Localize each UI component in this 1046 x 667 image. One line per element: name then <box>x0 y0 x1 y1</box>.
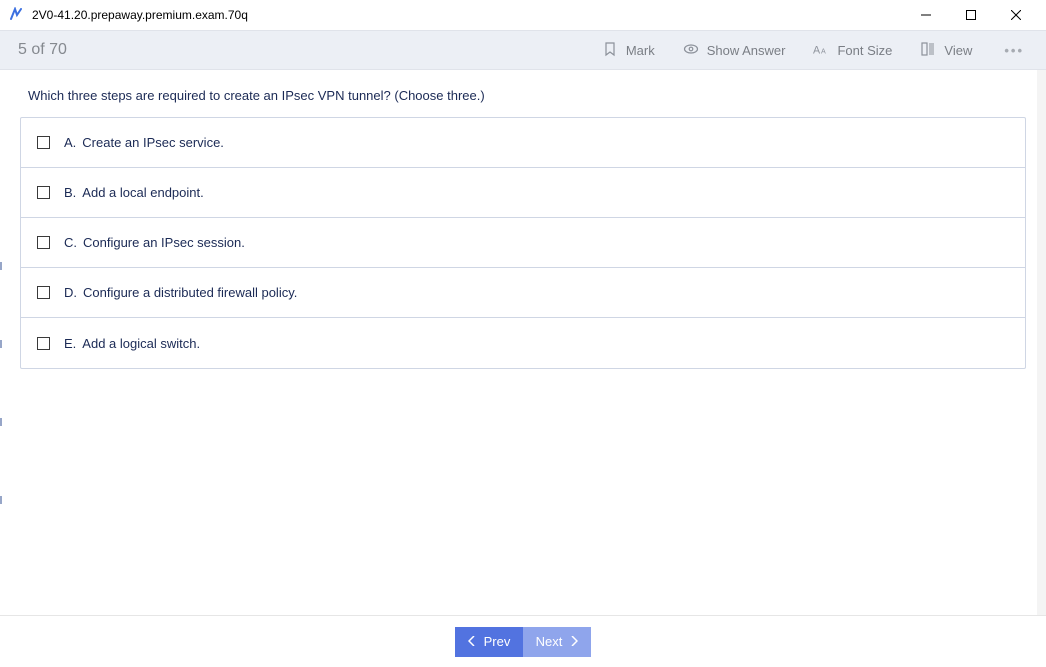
answer-option-a[interactable]: A. Create an IPsec service. <box>21 118 1025 168</box>
answer-option-e[interactable]: E. Add a logical switch. <box>21 318 1025 368</box>
font-size-label: Font Size <box>837 43 892 58</box>
window-title: 2V0-41.20.prepaway.premium.exam.70q <box>32 8 903 22</box>
checkbox-icon[interactable] <box>37 236 50 249</box>
answer-option-d[interactable]: D. Configure a distributed firewall poli… <box>21 268 1025 318</box>
chevron-right-icon <box>570 634 578 649</box>
answer-option-b[interactable]: B. Add a local endpoint. <box>21 168 1025 218</box>
next-button[interactable]: Next <box>523 627 591 657</box>
answer-text: Add a local endpoint. <box>82 185 203 200</box>
next-label: Next <box>536 634 563 649</box>
bookmark-icon <box>602 41 618 60</box>
answer-text: Configure an IPsec session. <box>83 235 245 250</box>
answer-letter: C. <box>64 235 77 250</box>
font-size-button[interactable]: AA Font Size <box>813 41 892 60</box>
show-answer-button[interactable]: Show Answer <box>683 41 786 60</box>
prev-button[interactable]: Prev <box>455 627 523 657</box>
close-button[interactable] <box>993 0 1038 30</box>
edge-tick-icon <box>0 262 2 270</box>
font-size-icon: AA <box>813 41 829 60</box>
edge-tick-icon <box>0 340 2 348</box>
checkbox-icon[interactable] <box>37 186 50 199</box>
answer-text: Configure a distributed firewall policy. <box>83 285 297 300</box>
app-icon <box>8 7 24 23</box>
toolbar-actions: Mark Show Answer AA Font Size View ••• <box>602 41 1028 60</box>
view-icon <box>920 41 936 60</box>
answers-list: A. Create an IPsec service. B. Add a loc… <box>20 117 1026 369</box>
svg-text:A: A <box>813 44 821 56</box>
checkbox-icon[interactable] <box>37 286 50 299</box>
scrollbar[interactable] <box>1037 70 1046 615</box>
mark-button[interactable]: Mark <box>602 41 655 60</box>
footer-nav: Prev Next <box>0 615 1046 667</box>
minimize-button[interactable] <box>903 0 948 30</box>
answer-letter: D. <box>64 285 77 300</box>
svg-text:A: A <box>821 47 826 55</box>
answer-text: Create an IPsec service. <box>82 135 224 150</box>
edge-tick-icon <box>0 418 2 426</box>
answer-letter: A. <box>64 135 76 150</box>
question-text: Which three steps are required to create… <box>28 88 1018 103</box>
titlebar: 2V0-41.20.prepaway.premium.exam.70q <box>0 0 1046 30</box>
checkbox-icon[interactable] <box>37 337 50 350</box>
answer-letter: E. <box>64 336 76 351</box>
chevron-left-icon <box>468 634 476 649</box>
question-counter: 5 of 70 <box>18 41 602 59</box>
answer-text: Add a logical switch. <box>82 336 200 351</box>
view-label: View <box>944 43 972 58</box>
view-button[interactable]: View <box>920 41 972 60</box>
mark-label: Mark <box>626 43 655 58</box>
eye-icon <box>683 41 699 60</box>
more-button[interactable]: ••• <box>1000 43 1028 58</box>
content-area: Which three steps are required to create… <box>0 70 1046 615</box>
show-answer-label: Show Answer <box>707 43 786 58</box>
window-controls <box>903 0 1038 30</box>
answer-option-c[interactable]: C. Configure an IPsec session. <box>21 218 1025 268</box>
toolbar: 5 of 70 Mark Show Answer AA Font Size Vi… <box>0 30 1046 70</box>
edge-tick-icon <box>0 496 2 504</box>
maximize-button[interactable] <box>948 0 993 30</box>
answer-letter: B. <box>64 185 76 200</box>
checkbox-icon[interactable] <box>37 136 50 149</box>
prev-label: Prev <box>484 634 511 649</box>
